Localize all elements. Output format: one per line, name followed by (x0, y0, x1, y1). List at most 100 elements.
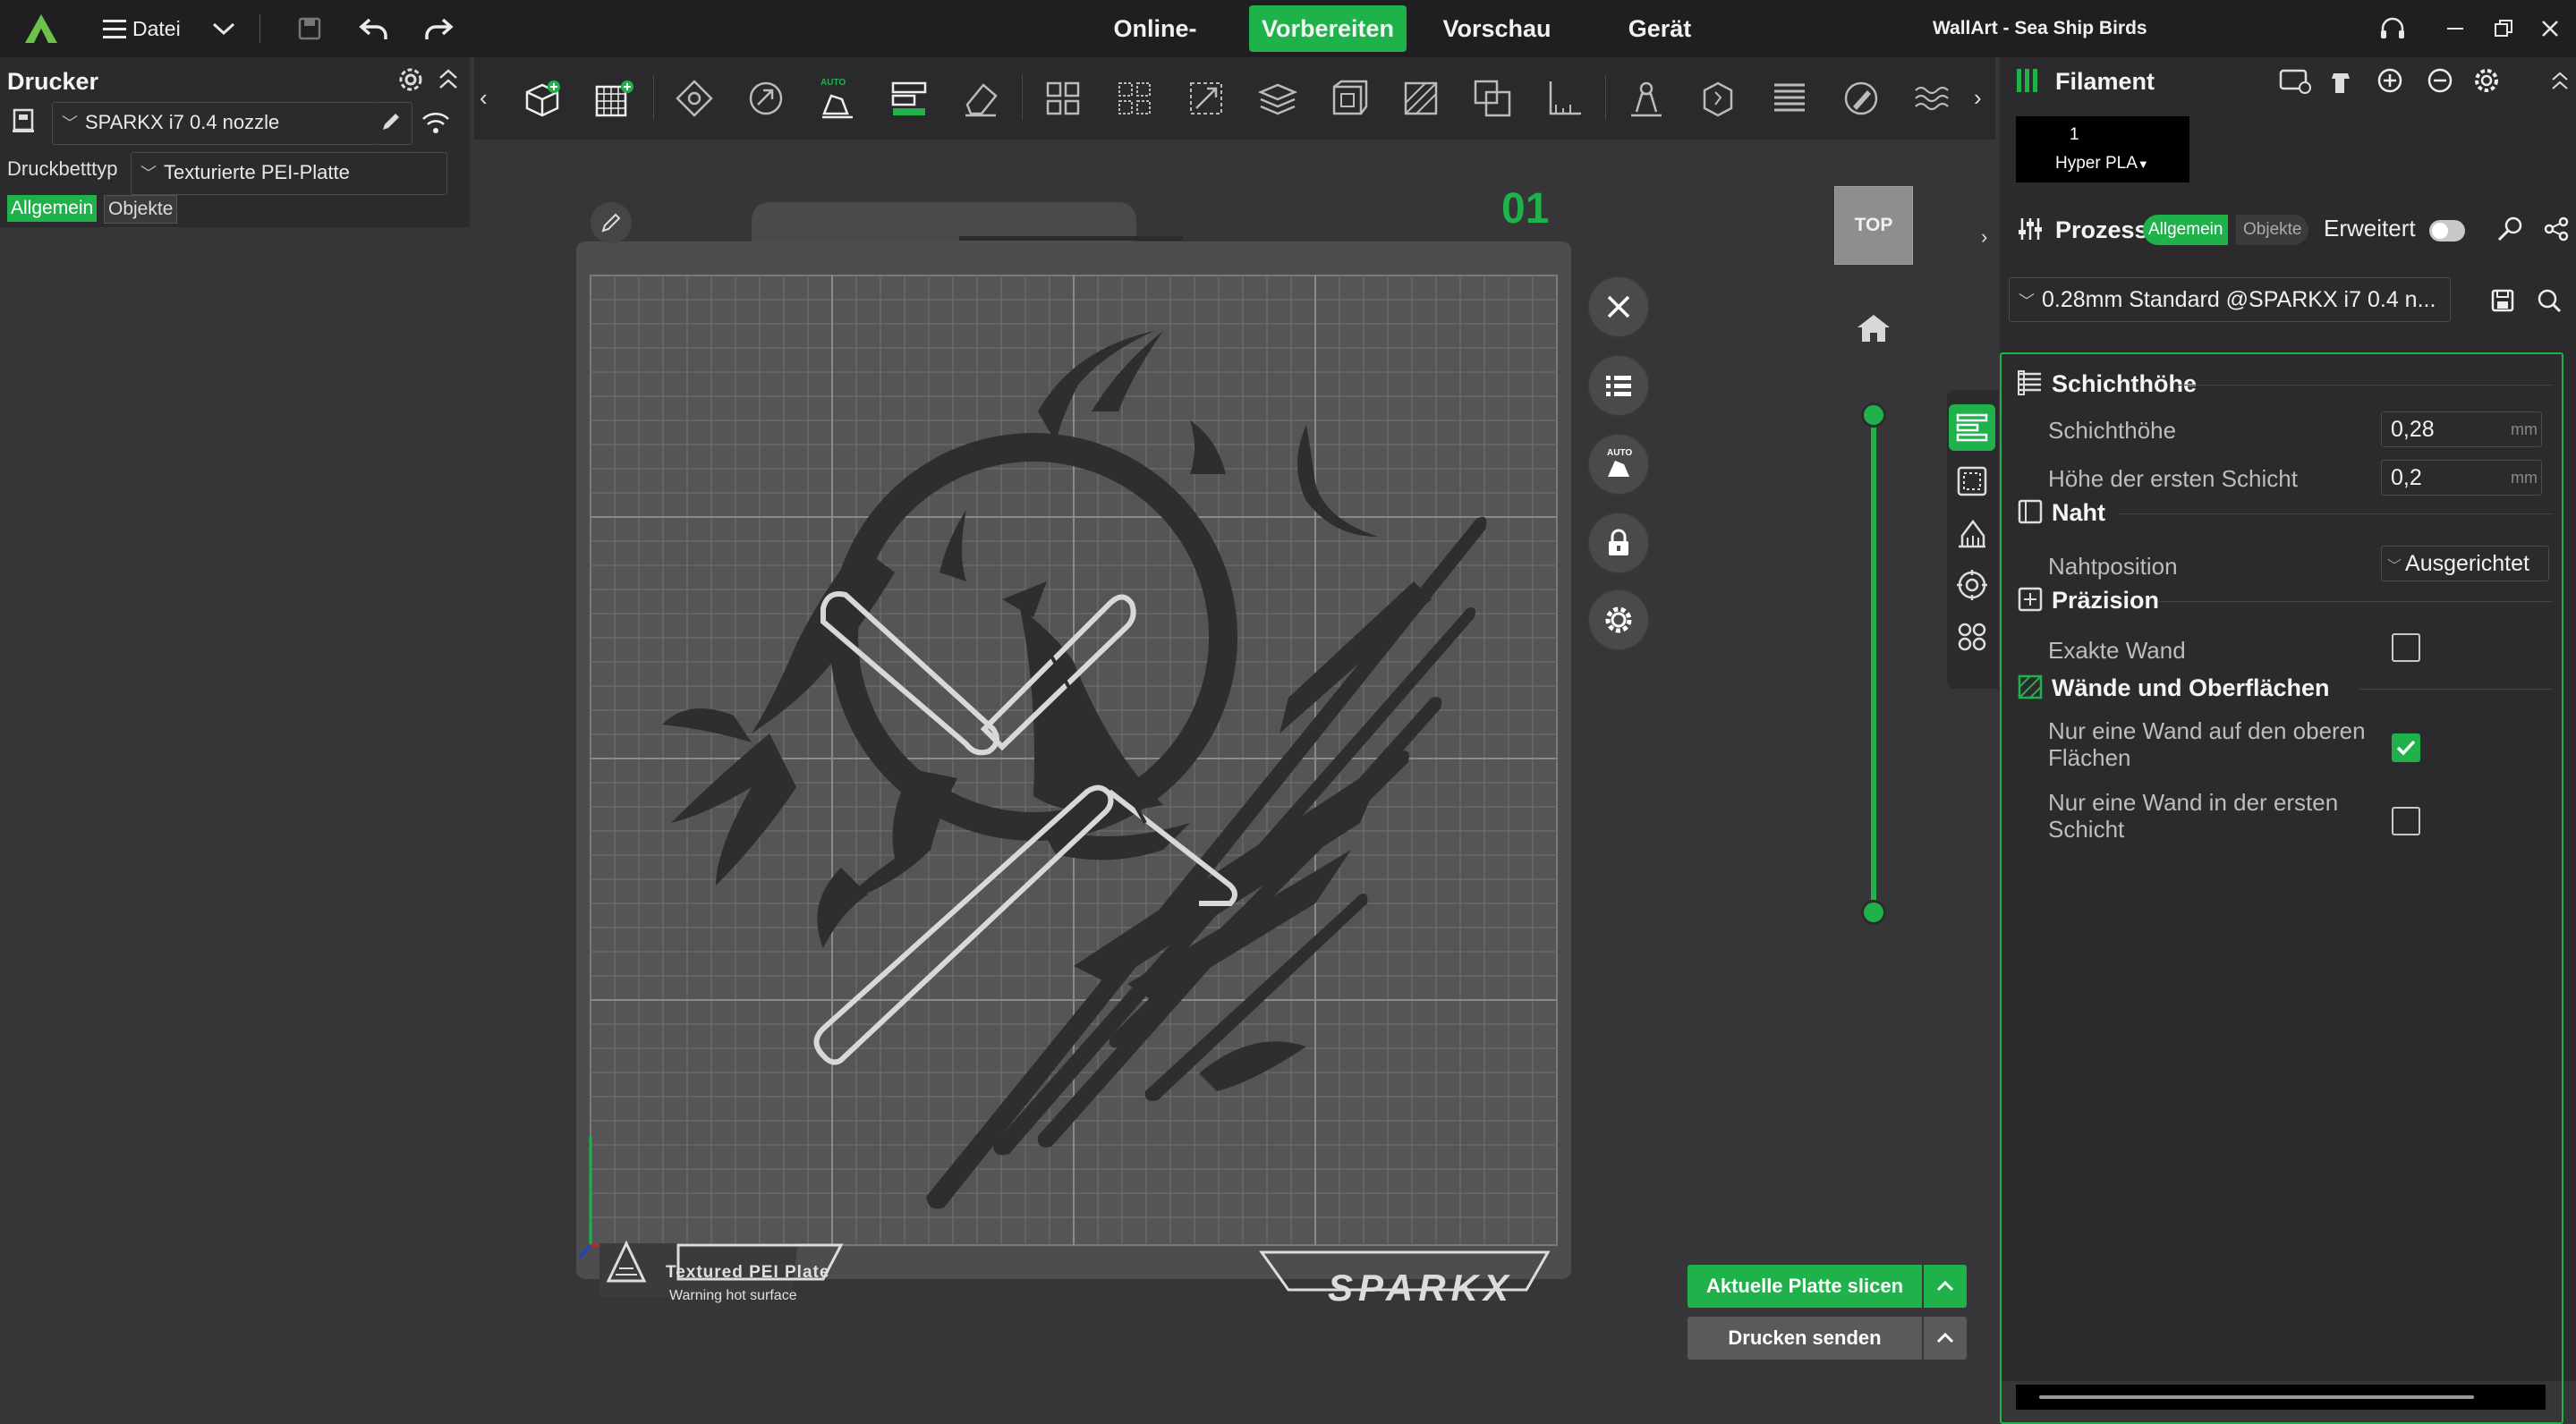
boolean-icon[interactable] (1464, 70, 1521, 127)
minimize-icon[interactable] (2437, 11, 2473, 47)
add-object-icon[interactable] (514, 70, 571, 127)
auto-orient-icon[interactable] (737, 70, 795, 127)
measure-icon[interactable] (1535, 70, 1593, 127)
add-filament-icon[interactable] (2370, 61, 2410, 100)
view-cube[interactable]: TOP (1834, 186, 1913, 265)
hamburger-menu-icon[interactable] (97, 11, 132, 47)
layer-slider-track[interactable] (1871, 415, 1876, 912)
compare-icon[interactable] (2490, 209, 2529, 249)
color-paint-icon[interactable] (1832, 70, 1890, 127)
side-tab-layer-icon[interactable] (1949, 404, 1995, 451)
arrange-icon[interactable] (880, 70, 938, 127)
divider (653, 75, 654, 120)
remove-filament-icon[interactable] (2420, 61, 2460, 100)
fuzzy-skin-icon[interactable] (1904, 70, 1961, 127)
print-options-button[interactable] (1924, 1317, 1967, 1360)
layers-icon[interactable] (1249, 70, 1306, 127)
build-plate[interactable] (573, 197, 1575, 1333)
bed-type-select[interactable]: ﹀ Texturierte PEI-Platte (131, 152, 447, 195)
eraser-icon[interactable] (952, 70, 1009, 127)
first-layer-height-input[interactable]: 0,2 mm (2381, 460, 2542, 496)
tab-online-models[interactable]: Online-Modelle (1070, 5, 1240, 89)
orient-icon[interactable] (666, 70, 723, 127)
one-wall-top-checkbox[interactable] (2392, 733, 2420, 762)
hollow-icon[interactable] (1321, 70, 1378, 127)
cut-icon[interactable] (1392, 70, 1450, 127)
undo-icon[interactable] (356, 11, 392, 47)
edit-printer-button[interactable] (372, 102, 412, 145)
search-settings-icon[interactable] (2529, 281, 2569, 320)
side-tab-others-icon[interactable] (1949, 614, 1995, 660)
support-paint-icon[interactable] (1618, 70, 1675, 127)
file-menu[interactable]: Datei (132, 17, 181, 41)
seam-position-select[interactable]: ﹀ Ausgerichtet (2381, 546, 2549, 581)
bed-type-label: Druckbetttyp (7, 157, 118, 180)
advanced-toggle[interactable] (2429, 220, 2465, 242)
process-profile-select[interactable]: ﹀ 0.28mm Standard @SPARKX i7 0.4 n... (2009, 277, 2451, 322)
side-tab-wall-icon[interactable] (1949, 458, 1995, 504)
plate-gear-button[interactable] (1587, 589, 1650, 651)
side-tab-speed-icon[interactable] (1949, 562, 1995, 608)
add-plate-icon[interactable] (585, 70, 642, 127)
tab-prepare[interactable]: Vorbereiten (1249, 5, 1407, 52)
tab-objects[interactable]: Objekte (104, 195, 178, 224)
variable-layer-icon[interactable] (1761, 70, 1818, 127)
lock-plate-button[interactable] (1587, 512, 1650, 574)
auto-arrange-plate-button[interactable]: AUTO (1587, 433, 1650, 496)
collapse-up-icon[interactable] (437, 66, 463, 93)
toolbar-scroll-left-icon[interactable]: ‹ (480, 84, 488, 112)
printer-panel: Drucker ﹀ SPARKX i7 0.4 nozzle Druckbettt… (0, 57, 470, 227)
printer-settings-gear-icon[interactable] (395, 64, 428, 97)
process-tab-objects[interactable]: Objekte (2236, 215, 2309, 245)
layer-height-section-icon (2011, 363, 2050, 403)
remove-plate-button[interactable] (1587, 275, 1650, 338)
plate-settings-list-button[interactable] (1587, 354, 1650, 417)
chevron-down-icon[interactable] (206, 11, 242, 47)
slice-plate-button[interactable]: Aktuelle Platte slicen (1688, 1265, 1922, 1308)
scale-icon[interactable] (1177, 70, 1235, 127)
toolbar-scroll-right-icon[interactable]: › (1974, 84, 1982, 112)
printer-select[interactable]: ﹀ SPARKX i7 0.4 nozzle (52, 102, 374, 145)
layer-slider-bottom-handle[interactable] (1861, 900, 1886, 925)
tab-preview[interactable]: Vorschau (1432, 5, 1562, 52)
save-icon[interactable] (292, 11, 327, 47)
exact-wall-checkbox[interactable] (2392, 633, 2420, 662)
redo-icon[interactable] (421, 11, 456, 47)
auto-arrange-icon[interactable]: AUTO (809, 70, 866, 127)
side-tab-support-icon[interactable] (1949, 510, 1995, 556)
restore-icon[interactable] (2486, 11, 2521, 47)
send-print-button[interactable]: Drucken senden (1688, 1317, 1922, 1360)
filament-spray-icon[interactable] (2322, 61, 2361, 100)
split-parts-icon[interactable] (1106, 70, 1163, 127)
close-window-icon[interactable] (2532, 11, 2568, 47)
save-profile-icon[interactable] (2483, 281, 2522, 320)
process-share-icon[interactable] (2537, 209, 2576, 249)
tab-general[interactable]: Allgemein (7, 195, 98, 222)
advanced-label: Erweitert (2324, 215, 2416, 242)
filament-name[interactable]: Hyper PLA▼ (2055, 154, 2149, 174)
collapse-right-panel-icon[interactable]: › (1981, 225, 1987, 249)
edit-plate-button[interactable] (591, 202, 632, 243)
tab-device[interactable]: Gerät (1611, 5, 1709, 52)
slice-options-button[interactable] (1924, 1265, 1967, 1308)
app-logo-icon[interactable] (23, 11, 59, 47)
filament-settings-gear-icon[interactable] (2467, 61, 2506, 100)
svg-text:AUTO: AUTO (820, 78, 846, 88)
layer-slider-top-handle[interactable] (1861, 403, 1886, 428)
collapse-filament-icon[interactable] (2540, 61, 2576, 100)
seam-paint-icon[interactable] (1689, 70, 1747, 127)
home-view-icon[interactable] (1856, 311, 1893, 347)
horizontal-scrollbar[interactable] (2016, 1385, 2546, 1410)
process-title: Prozess (2055, 216, 2148, 243)
filament-sync-icon[interactable] (2275, 61, 2315, 100)
process-tab-general[interactable]: Allgemein (2143, 215, 2229, 245)
close-icon (1607, 295, 1630, 318)
scrollbar-thumb[interactable] (2039, 1395, 2474, 1399)
support-headset-icon[interactable] (2375, 11, 2410, 47)
wifi-icon[interactable] (421, 109, 453, 138)
filament-slot[interactable]: 1 Hyper PLA▼ (2016, 116, 2189, 182)
split-objects-icon[interactable] (1034, 70, 1092, 127)
layer-height-input[interactable]: 0,28 mm (2381, 411, 2542, 447)
one-wall-first-checkbox[interactable] (2392, 807, 2420, 835)
brand-logo-text: SPARKX (1328, 1267, 1514, 1309)
